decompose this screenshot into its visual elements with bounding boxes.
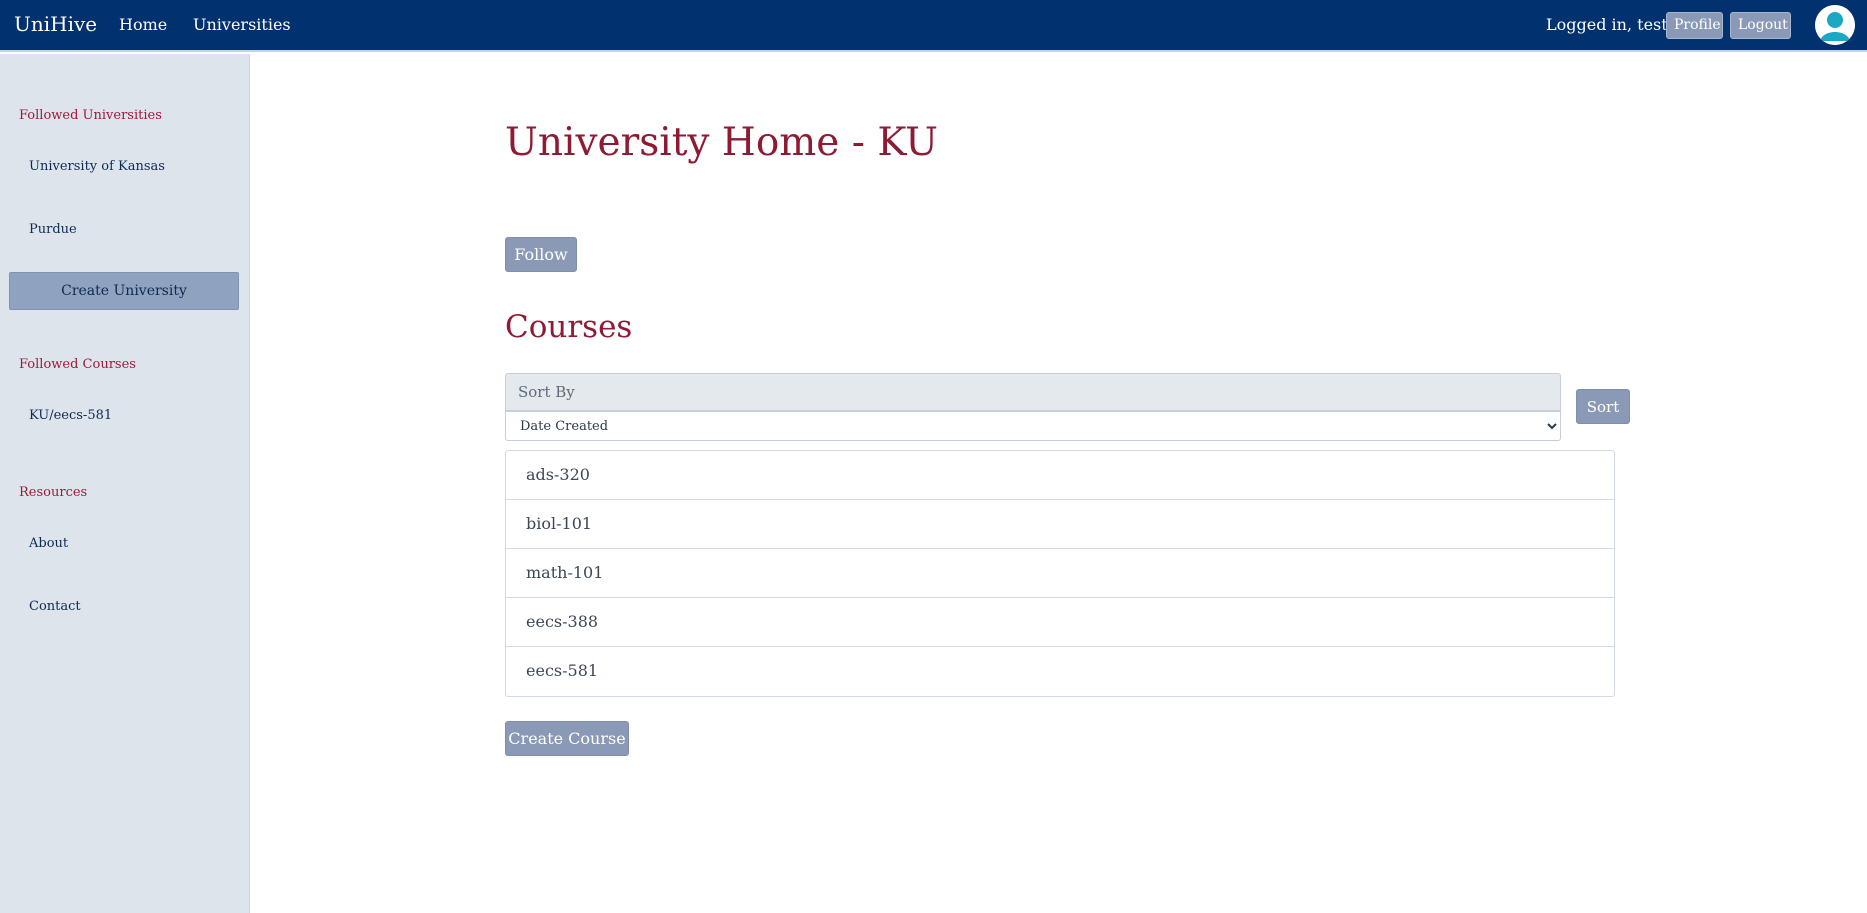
sort-by-label: Sort By — [505, 373, 1561, 411]
sidebar-item-contact[interactable]: Contact — [29, 599, 81, 614]
resources-heading: Resources — [19, 485, 88, 500]
sidebar-item-ku-eecs-581[interactable]: KU/eecs-581 — [29, 408, 112, 423]
course-item-math-101[interactable]: math-101 — [506, 549, 1614, 598]
sidebar-item-university-of-kansas[interactable]: University of Kansas — [29, 159, 165, 174]
user-avatar-icon[interactable] — [1815, 5, 1855, 45]
page-title: University Home - KU — [505, 120, 938, 165]
sort-group: Sort By Date Created — [505, 373, 1561, 441]
course-item-eecs-388[interactable]: eecs-388 — [506, 598, 1614, 647]
sidebar-item-purdue[interactable]: Purdue — [29, 222, 77, 237]
sidebar: Followed Universities University of Kans… — [0, 54, 250, 913]
course-list: ads-320 biol-101 math-101 eecs-388 eecs-… — [505, 450, 1615, 697]
create-university-button[interactable]: Create University — [9, 272, 239, 310]
create-course-button[interactable]: Create Course — [505, 721, 629, 756]
top-navbar: UniHive Home Universities Logged in, tes… — [0, 0, 1867, 52]
followed-universities-heading: Followed Universities — [19, 108, 162, 123]
followed-courses-heading: Followed Courses — [19, 357, 136, 372]
sort-select[interactable]: Date Created — [505, 411, 1561, 441]
nav-link-home[interactable]: Home — [119, 15, 167, 34]
nav-link-universities[interactable]: Universities — [193, 15, 291, 34]
sidebar-item-about[interactable]: About — [29, 536, 68, 551]
sort-button[interactable]: Sort — [1576, 389, 1630, 424]
logged-in-status: Logged in, test — [1546, 15, 1668, 34]
course-item-ads-320[interactable]: ads-320 — [506, 451, 1614, 500]
courses-heading: Courses — [505, 309, 633, 345]
brand-logo[interactable]: UniHive — [14, 12, 97, 36]
logout-button[interactable]: Logout — [1730, 12, 1791, 39]
follow-button[interactable]: Follow — [505, 237, 577, 272]
profile-button[interactable]: Profile — [1666, 12, 1723, 39]
course-item-biol-101[interactable]: biol-101 — [506, 500, 1614, 549]
course-item-eecs-581[interactable]: eecs-581 — [506, 647, 1614, 696]
